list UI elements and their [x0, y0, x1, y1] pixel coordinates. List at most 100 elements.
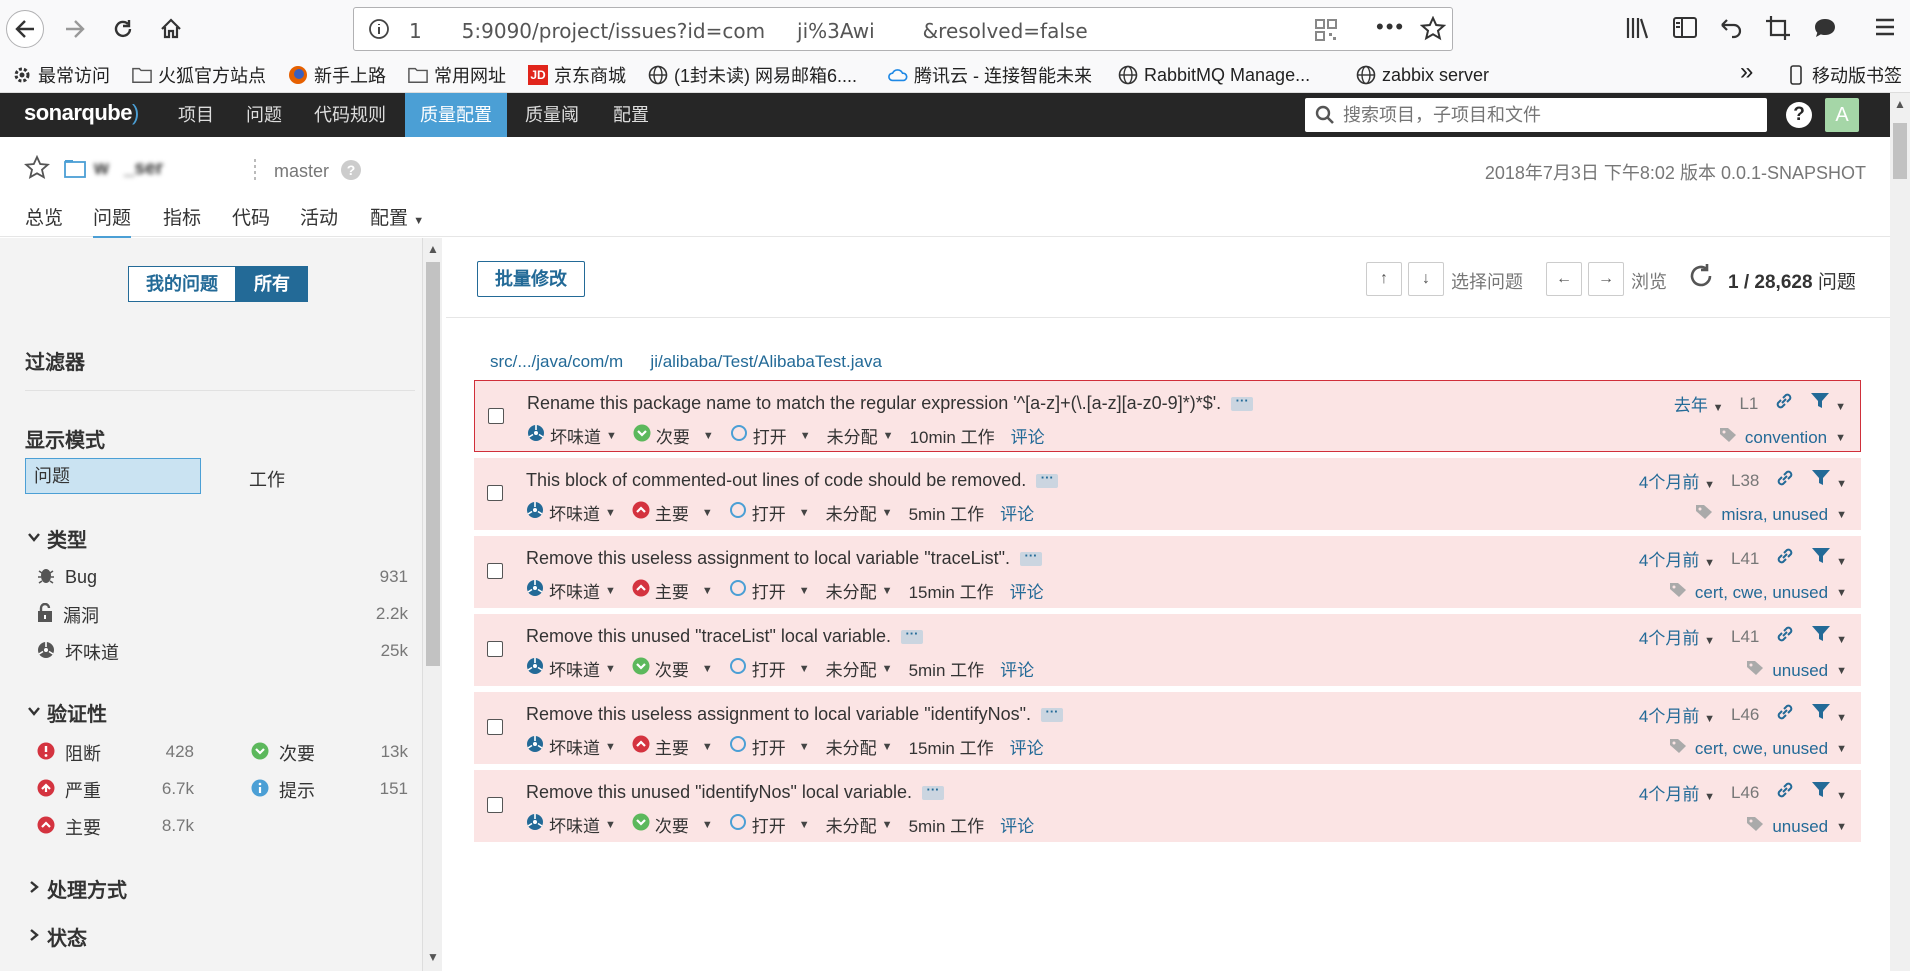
issue-line[interactable]: L46 [1731, 783, 1759, 803]
issue-message[interactable]: Remove this unused "identifyNos" local v… [526, 782, 912, 803]
bookmark-most-visited[interactable]: 最常访问 [12, 61, 110, 89]
issue-type-dropdown[interactable]: 坏味道 ▼ [526, 656, 616, 681]
search-input[interactable] [1343, 104, 1743, 126]
comment-link[interactable]: 评论 [1011, 423, 1045, 448]
crop-icon[interactable] [1765, 15, 1791, 41]
issue-type-dropdown[interactable]: 坏味道 ▼ [526, 578, 616, 603]
issue-status-dropdown[interactable]: 打开 ▼ [729, 734, 810, 759]
issue-age-dropdown[interactable]: 4个月前 ▼ [1639, 702, 1715, 727]
info-icon[interactable] [368, 18, 390, 40]
issue-row[interactable]: Remove this useless assignment to local … [474, 536, 1861, 608]
tab-overview[interactable]: 总览 [25, 203, 63, 236]
issue-message[interactable]: This block of commented-out lines of cod… [526, 470, 1026, 491]
previous-issue-button[interactable]: ↑ [1366, 262, 1402, 296]
filter-icon[interactable]: ▼ [1811, 469, 1847, 492]
issue-checkbox[interactable] [487, 719, 503, 735]
more-dots-icon[interactable]: ··· [900, 627, 923, 644]
page-scroll-thumb[interactable] [1893, 123, 1907, 179]
my-issues-button[interactable]: 我的问题 [128, 266, 236, 302]
facet-severity-major[interactable]: 主要 [37, 814, 101, 840]
issue-line[interactable]: L1 [1739, 394, 1758, 414]
bookmark-getting-started[interactable]: 新手上路 [288, 61, 386, 89]
resolution-section-header[interactable]: 处理方式 [27, 874, 127, 903]
issue-severity-dropdown[interactable]: 次要 ▼ [632, 812, 713, 837]
favorite-star-icon[interactable] [24, 155, 50, 181]
issue-age-dropdown[interactable]: 4个月前 ▼ [1639, 624, 1715, 649]
facet-severity-critical[interactable]: 严重 [37, 777, 101, 803]
avatar[interactable]: A [1825, 98, 1859, 132]
issue-tags-dropdown[interactable]: misra, unused ▼ [1695, 504, 1847, 525]
scroll-up-icon[interactable]: ▲ [1894, 97, 1906, 111]
next-issue-button[interactable]: ↓ [1408, 262, 1444, 296]
all-issues-button[interactable]: 所有 [236, 266, 308, 302]
sidebar-toggle-icon[interactable] [1672, 15, 1698, 41]
comment-link[interactable]: 评论 [1010, 734, 1044, 759]
global-search[interactable] [1305, 98, 1767, 132]
bookmark-star-icon[interactable] [1420, 16, 1446, 42]
issue-severity-dropdown[interactable]: 主要 ▼ [632, 500, 713, 525]
more-dots-icon[interactable]: ··· [1036, 471, 1059, 488]
issue-type-dropdown[interactable]: 坏味道 ▼ [527, 423, 617, 448]
issue-assignee-dropdown[interactable]: 未分配 ▼ [826, 578, 893, 603]
issue-message[interactable]: Remove this useless assignment to local … [526, 704, 1031, 725]
help-button[interactable]: ? [1786, 102, 1812, 128]
issue-assignee-dropdown[interactable]: 未分配 ▼ [827, 423, 894, 448]
reload-button[interactable] [104, 10, 142, 48]
issue-checkbox[interactable] [487, 797, 503, 813]
filter-icon[interactable]: ▼ [1811, 625, 1847, 648]
bookmark-common-sites[interactable]: 常用网址 [408, 61, 506, 89]
issue-severity-dropdown[interactable]: 次要 ▼ [633, 423, 714, 448]
permalink-icon[interactable] [1774, 391, 1794, 416]
home-button[interactable] [152, 10, 190, 48]
issue-message[interactable]: Remove this unused "traceList" local var… [526, 626, 891, 647]
issue-line[interactable]: L38 [1731, 471, 1759, 491]
issue-checkbox[interactable] [488, 408, 504, 424]
tab-administration[interactable]: 配置 ▼ [370, 203, 424, 236]
issue-type-dropdown[interactable]: 坏味道 ▼ [526, 812, 616, 837]
bookmark-zabbix[interactable]: zabbix server [1356, 61, 1489, 89]
facet-type-vulnerability[interactable]: 漏洞 [37, 602, 99, 628]
comment-link[interactable]: 评论 [1000, 812, 1034, 837]
tab-issues[interactable]: 问题 [93, 203, 132, 239]
nav-projects[interactable]: 项目 [163, 93, 229, 137]
facet-severity-minor[interactable]: 次要 [251, 740, 315, 766]
filter-icon[interactable]: ▼ [1811, 781, 1847, 804]
issue-message[interactable]: Remove this useless assignment to local … [526, 548, 1010, 569]
issue-type-dropdown[interactable]: 坏味道 ▼ [526, 734, 616, 759]
mobile-bookmarks[interactable]: 移动版书签 [1786, 61, 1902, 89]
issue-status-dropdown[interactable]: 打开 ▼ [729, 578, 810, 603]
tab-code[interactable]: 代码 [232, 203, 270, 236]
page-actions-more-button[interactable]: ••• [1376, 14, 1405, 40]
issue-row[interactable]: Rename this package name to match the re… [474, 380, 1861, 452]
forward-button[interactable] [56, 10, 94, 48]
nav-quality-profiles[interactable]: 质量配置 [405, 93, 507, 137]
display-mode-issues[interactable]: 问题 [25, 458, 201, 494]
tab-activity[interactable]: 活动 [300, 203, 338, 236]
issue-assignee-dropdown[interactable]: 未分配 ▼ [826, 812, 893, 837]
issue-tags-dropdown[interactable]: cert, cwe, unused ▼ [1669, 582, 1847, 603]
bookmark-firefox-official[interactable]: 火狐官方站点 [132, 61, 266, 89]
issue-row[interactable]: Remove this unused "traceList" local var… [474, 614, 1861, 686]
permalink-icon[interactable] [1775, 624, 1795, 649]
bulk-change-button[interactable]: 批量修改 [477, 261, 585, 297]
library-icon[interactable] [1625, 15, 1651, 41]
sonarqube-logo[interactable]: sonarqube) [24, 100, 139, 126]
issue-row[interactable]: Remove this unused "identifyNos" local v… [474, 770, 1861, 842]
nav-issues[interactable]: 问题 [231, 93, 297, 137]
issue-assignee-dropdown[interactable]: 未分配 ▼ [826, 500, 893, 525]
issue-status-dropdown[interactable]: 打开 ▼ [729, 500, 810, 525]
status-section-header[interactable]: 状态 [27, 922, 87, 951]
issue-tags-dropdown[interactable]: unused ▼ [1746, 660, 1847, 681]
more-dots-icon[interactable]: ··· [1020, 549, 1042, 566]
bookmark-tencent-cloud[interactable]: 腾讯云 - 连接智能未来 [888, 61, 1092, 89]
issue-tags-dropdown[interactable]: cert, cwe, unused ▼ [1669, 738, 1847, 759]
severity-section-header[interactable]: 验证性 [27, 698, 107, 727]
facet-severity-blocker[interactable]: 阻断 [37, 740, 101, 766]
issue-checkbox[interactable] [487, 563, 503, 579]
issue-line[interactable]: L41 [1731, 627, 1759, 647]
tab-measures[interactable]: 指标 [163, 203, 201, 236]
more-dots-icon[interactable]: ··· [921, 783, 944, 800]
facet-type-code-smell[interactable]: 坏味道 [37, 639, 119, 665]
issue-status-dropdown[interactable]: 打开 ▼ [729, 812, 810, 837]
issue-severity-dropdown[interactable]: 主要 ▼ [632, 734, 713, 759]
